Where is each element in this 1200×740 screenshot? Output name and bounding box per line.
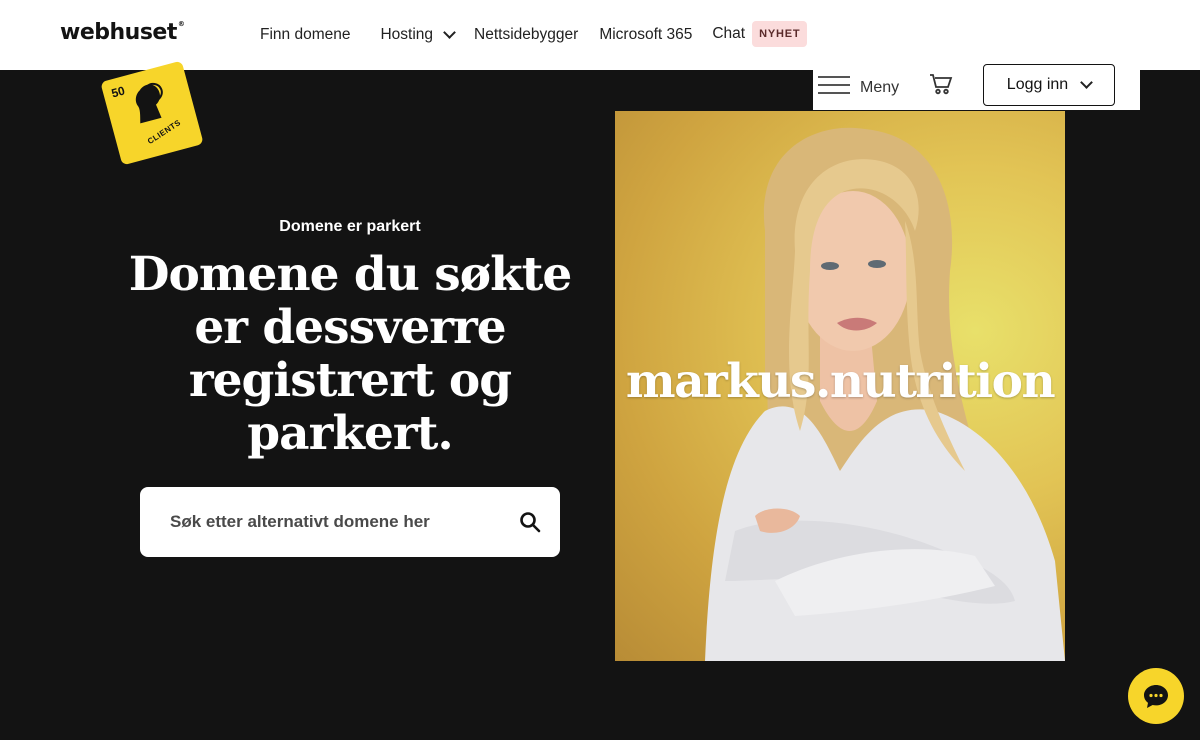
utility-bar: Meny Logg inn — [813, 60, 1140, 110]
chevron-down-icon — [1080, 76, 1094, 89]
chat-bubble-icon — [1144, 685, 1168, 708]
search-input[interactable] — [140, 487, 500, 557]
nav-chat[interactable]: Chat NYHET — [712, 21, 808, 47]
domain-name: markus.nutrition — [625, 354, 1056, 409]
search-icon[interactable] — [519, 511, 541, 533]
hamburger-icon — [818, 76, 850, 94]
nav-microsoft-365[interactable]: Microsoft 365 — [599, 26, 692, 44]
menu-label: Meny — [860, 79, 900, 96]
nav-finn-domene[interactable]: Finn domene — [260, 26, 350, 44]
chat-launcher-button[interactable] — [1128, 668, 1184, 724]
status-eyebrow: Domene er parkert — [279, 218, 421, 235]
nav-hosting[interactable]: Hosting — [380, 26, 456, 44]
page-title: Domene du søkte er dessverre registrert … — [128, 247, 573, 461]
cart-icon[interactable] — [929, 73, 953, 95]
chevron-down-icon — [443, 26, 456, 39]
menu-button[interactable]: Meny — [818, 73, 899, 97]
login-button[interactable]: Logg inn — [983, 64, 1115, 106]
anniversary-sticker: 50 CLIENTS — [100, 60, 204, 166]
nav-nettsidebygger[interactable]: Nettsidebygger — [474, 26, 578, 44]
main-nav: Finn domene Hosting Nettsidebygger Micro… — [260, 0, 808, 70]
new-badge: NYHET — [752, 21, 808, 47]
domain-search — [140, 487, 560, 557]
logo[interactable]: webhuset® — [60, 20, 185, 45]
